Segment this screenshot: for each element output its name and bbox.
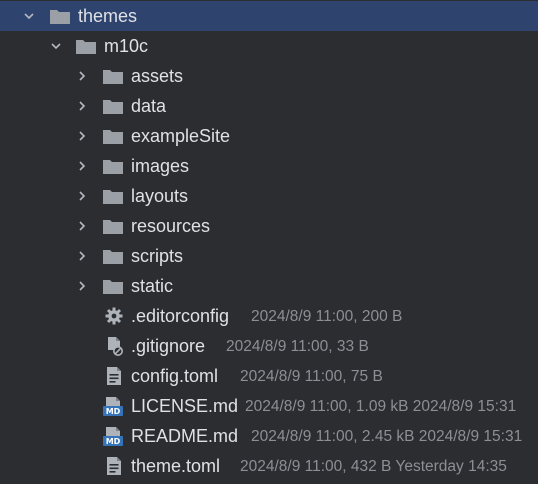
folder-icon <box>102 67 124 85</box>
chevron-right-icon[interactable] <box>76 190 88 202</box>
chevron-right-icon[interactable] <box>76 160 88 172</box>
folder-icon <box>102 187 124 205</box>
tree-row-file[interactable]: theme.toml 2024/8/9 11:00, 432 B Yesterd… <box>0 451 538 481</box>
chevron-right-icon[interactable] <box>76 70 88 82</box>
tree-row-label: .editorconfig <box>131 306 230 326</box>
ignore-file-icon <box>104 336 124 356</box>
tree-row-themes[interactable]: themes <box>0 1 538 31</box>
folder-icon <box>102 217 124 235</box>
folder-icon <box>49 7 71 25</box>
markdown-file-icon: MD <box>103 426 123 446</box>
tree-row-label: layouts <box>131 186 189 206</box>
tree-row-m10c[interactable]: m10c <box>0 31 538 61</box>
text-file-icon <box>104 366 124 386</box>
tree-row-file[interactable]: MD README.md 2024/8/9 11:00, 2.45 kB 202… <box>0 421 538 451</box>
tree-row-label: config.toml <box>131 366 219 386</box>
chevron-right-icon[interactable] <box>76 220 88 232</box>
chevron-down-icon[interactable] <box>23 10 35 22</box>
tree-row-label: theme.toml <box>131 456 221 476</box>
svg-text:MD: MD <box>106 407 121 416</box>
chevron-right-icon[interactable] <box>76 130 88 142</box>
tree-row-label: scripts <box>131 246 184 266</box>
tree-row-label: .gitignore <box>131 336 206 356</box>
chevron-right-icon[interactable] <box>76 100 88 112</box>
folder-icon <box>102 127 124 145</box>
tree-row-folder[interactable]: images <box>0 151 538 181</box>
project-tree: themes m10c assets data exampleSite imag… <box>0 0 538 484</box>
file-meta: 2024/8/9 11:00, 2.45 kB 2024/8/9 15:31 <box>251 428 523 445</box>
folder-icon <box>102 97 124 115</box>
tree-row-folder[interactable]: data <box>0 91 538 121</box>
file-meta: 2024/8/9 11:00, 33 B <box>226 338 369 355</box>
chevron-right-icon[interactable] <box>76 250 88 262</box>
tree-row-folder[interactable]: layouts <box>0 181 538 211</box>
folder-icon <box>102 157 124 175</box>
tree-row-label: m10c <box>104 36 149 56</box>
markdown-file-icon: MD <box>103 396 123 416</box>
gear-icon <box>104 306 124 326</box>
tree-row-file[interactable]: MD LICENSE.md 2024/8/9 11:00, 1.09 kB 20… <box>0 391 538 421</box>
tree-row-folder[interactable]: assets <box>0 61 538 91</box>
folder-icon <box>102 277 124 295</box>
tree-row-file[interactable]: .editorconfig 2024/8/9 11:00, 200 B <box>0 301 538 331</box>
tree-row-file[interactable]: config.toml 2024/8/9 11:00, 75 B <box>0 361 538 391</box>
file-meta: 2024/8/9 11:00, 200 B <box>251 308 403 325</box>
tree-row-label: themes <box>78 6 138 26</box>
tree-row-label: resources <box>131 216 211 236</box>
svg-text:MD: MD <box>106 437 121 446</box>
tree-row-label: data <box>131 96 167 116</box>
chevron-right-icon[interactable] <box>76 280 88 292</box>
text-file-icon <box>104 456 124 476</box>
tree-row-folder[interactable]: resources <box>0 211 538 241</box>
file-meta: 2024/8/9 11:00, 1.09 kB 2024/8/9 15:31 <box>245 398 517 415</box>
tree-row-file[interactable]: .gitignore 2024/8/9 11:00, 33 B <box>0 331 538 361</box>
tree-row-label: images <box>131 156 190 176</box>
tree-row-label: static <box>131 276 174 296</box>
tree-row-label: exampleSite <box>131 126 231 146</box>
file-meta: 2024/8/9 11:00, 432 B Yesterday 14:35 <box>240 458 507 475</box>
tree-row-folder[interactable]: exampleSite <box>0 121 538 151</box>
tree-row-label: README.md <box>131 426 239 446</box>
tree-row-folder[interactable]: scripts <box>0 241 538 271</box>
folder-icon <box>75 37 97 55</box>
tree-row-label: assets <box>131 66 184 86</box>
tree-row-folder[interactable]: static <box>0 271 538 301</box>
folder-icon <box>102 247 124 265</box>
tree-row-label: LICENSE.md <box>131 396 239 416</box>
chevron-down-icon[interactable] <box>50 40 62 52</box>
file-meta: 2024/8/9 11:00, 75 B <box>240 368 383 385</box>
